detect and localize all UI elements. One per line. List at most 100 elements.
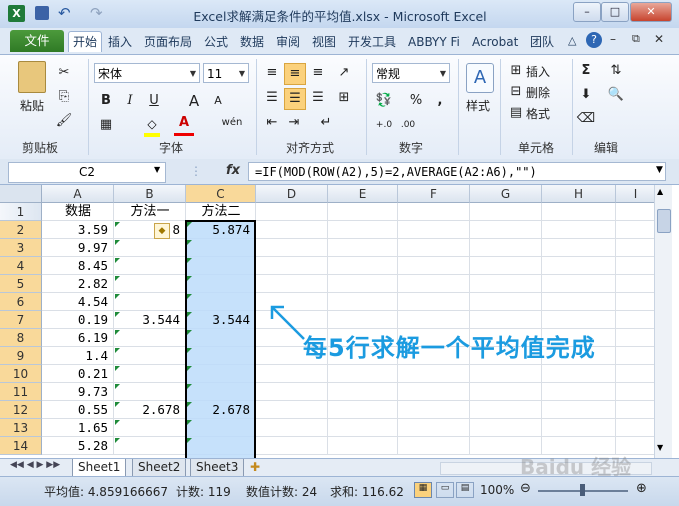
shrink-font-button[interactable]: A bbox=[208, 91, 228, 111]
align-top-icon[interactable]: ≡ bbox=[262, 63, 282, 83]
zoom-in-icon[interactable]: ⊕ bbox=[636, 481, 647, 496]
zoom-out-icon[interactable]: ⊖ bbox=[520, 481, 531, 496]
underline-button[interactable]: U bbox=[144, 91, 164, 111]
column-header-c[interactable]: C bbox=[186, 185, 256, 203]
grid-cell[interactable] bbox=[542, 239, 616, 257]
row-header[interactable]: 6 bbox=[0, 293, 42, 311]
grid-cell[interactable] bbox=[256, 239, 328, 257]
grid-cell[interactable] bbox=[542, 221, 616, 239]
align-right-icon[interactable]: ☰ bbox=[308, 88, 328, 108]
grid-cell[interactable] bbox=[398, 221, 470, 239]
column-header-i[interactable]: I bbox=[616, 185, 654, 203]
grid-cell[interactable] bbox=[470, 311, 542, 329]
increase-indent-icon[interactable]: ⇥ bbox=[284, 113, 304, 133]
grid-cell[interactable] bbox=[616, 275, 654, 293]
wrap-text-icon[interactable]: ↵ bbox=[316, 113, 336, 133]
save-icon[interactable] bbox=[35, 6, 49, 20]
name-box-dropdown-icon[interactable]: ▼ bbox=[154, 165, 160, 174]
grid-cell[interactable] bbox=[328, 203, 398, 221]
workbook-close-icon[interactable]: ✕ bbox=[654, 32, 664, 46]
grid-cell[interactable] bbox=[328, 239, 398, 257]
grid-cell[interactable] bbox=[542, 365, 616, 383]
autosum-button[interactable]: Σ bbox=[576, 61, 596, 81]
column-header-b[interactable]: B bbox=[114, 185, 186, 203]
increase-decimal-icon[interactable]: +.0 bbox=[374, 115, 394, 135]
fill-color-icon[interactable]: ◇ bbox=[144, 117, 160, 137]
grid-cell[interactable] bbox=[542, 401, 616, 419]
normal-view-icon[interactable]: ▦ bbox=[414, 482, 432, 498]
scroll-thumb[interactable] bbox=[657, 209, 671, 233]
minimize-button[interactable]: – bbox=[573, 2, 601, 22]
column-header-f[interactable]: F bbox=[398, 185, 470, 203]
formula-input[interactable]: =IF(MOD(ROW(A2),5)=2,AVERAGE(A2:A6),"") bbox=[248, 162, 666, 181]
font-name-select[interactable]: 宋体 ▼ bbox=[94, 63, 200, 83]
grid-cell[interactable] bbox=[616, 257, 654, 275]
tab-abbyy[interactable]: ABBYY Fi bbox=[404, 32, 464, 52]
grid-cell[interactable] bbox=[470, 365, 542, 383]
merge-center-icon[interactable]: ⊞ bbox=[334, 88, 354, 108]
close-button[interactable]: ✕ bbox=[630, 2, 672, 22]
grid-cell[interactable] bbox=[328, 257, 398, 275]
grid-cell[interactable] bbox=[470, 419, 542, 437]
grid-cell[interactable] bbox=[256, 437, 328, 455]
find-select-icon[interactable]: 🔍 bbox=[606, 85, 626, 105]
copy-icon[interactable]: ⎘ bbox=[54, 87, 74, 107]
row-header[interactable]: 13 bbox=[0, 419, 42, 437]
grid-cell[interactable] bbox=[328, 221, 398, 239]
fill-icon[interactable]: ⬇ bbox=[576, 85, 596, 105]
grid-cell[interactable] bbox=[616, 221, 654, 239]
grid-cell[interactable] bbox=[256, 203, 328, 221]
font-color-button[interactable]: A bbox=[174, 113, 194, 136]
grid-cell[interactable] bbox=[542, 257, 616, 275]
row-header[interactable]: 1 bbox=[0, 203, 42, 221]
grid-cell[interactable] bbox=[470, 221, 542, 239]
help-icon[interactable]: ? bbox=[586, 32, 602, 48]
comma-button[interactable]: , bbox=[430, 91, 450, 111]
grid-cell[interactable] bbox=[398, 401, 470, 419]
tab-developer[interactable]: 开发工具 bbox=[344, 32, 400, 52]
tab-insert[interactable]: 插入 bbox=[104, 32, 136, 52]
grid-cell[interactable] bbox=[398, 311, 470, 329]
insert-function-button[interactable]: fx bbox=[226, 163, 240, 178]
worksheet-grid[interactable]: ABCDEFGHI 1 2 3 4 5 6 7 8 9 10 11 12 13 14 数据 方法一 方法二 3.… bbox=[0, 185, 654, 458]
zoom-level[interactable]: 100% bbox=[480, 483, 514, 497]
grid-cell[interactable] bbox=[542, 275, 616, 293]
grid-cell[interactable] bbox=[542, 383, 616, 401]
grid-cell[interactable] bbox=[470, 275, 542, 293]
sort-filter-icon[interactable]: ⇅ bbox=[606, 61, 626, 81]
italic-button[interactable]: I bbox=[120, 91, 140, 111]
grid-cell[interactable] bbox=[256, 257, 328, 275]
borders-icon[interactable]: ▦ bbox=[96, 115, 116, 135]
insert-cells-icon[interactable]: ⊞ bbox=[506, 61, 526, 81]
sheet-tab-2[interactable]: Sheet2 bbox=[132, 459, 187, 477]
sheet-tab-1[interactable]: Sheet1 bbox=[72, 459, 127, 477]
tab-file[interactable]: 文件 bbox=[10, 30, 64, 52]
grid-cell[interactable] bbox=[470, 383, 542, 401]
row-header[interactable]: 10 bbox=[0, 365, 42, 383]
grid-cell[interactable] bbox=[470, 293, 542, 311]
ribbon-minimize-icon[interactable]: △ bbox=[568, 34, 576, 47]
expand-formula-icon[interactable]: ▼ bbox=[656, 165, 663, 175]
grid-cell[interactable] bbox=[398, 203, 470, 221]
grid-cell[interactable] bbox=[542, 293, 616, 311]
grid-cell[interactable] bbox=[470, 203, 542, 221]
number-format-select[interactable]: 常规 ▼ bbox=[372, 63, 450, 83]
grid-cell[interactable] bbox=[616, 239, 654, 257]
grid-cell[interactable] bbox=[542, 311, 616, 329]
grid-cell[interactable] bbox=[398, 437, 470, 455]
zoom-slider-thumb[interactable] bbox=[580, 484, 585, 496]
column-header-d[interactable]: D bbox=[256, 185, 328, 203]
grid-cell[interactable] bbox=[256, 401, 328, 419]
grid-cell[interactable] bbox=[328, 437, 398, 455]
column-header-e[interactable]: E bbox=[328, 185, 398, 203]
styles-icon[interactable]: A bbox=[466, 63, 494, 93]
tab-acrobat[interactable]: Acrobat bbox=[468, 32, 522, 52]
workbook-restore-icon[interactable]: ⧉ bbox=[632, 32, 640, 46]
grid-cell[interactable] bbox=[328, 383, 398, 401]
scroll-down-icon[interactable]: ▼ bbox=[657, 443, 663, 452]
tab-page-layout[interactable]: 页面布局 bbox=[140, 32, 196, 52]
tab-data[interactable]: 数据 bbox=[236, 32, 268, 52]
tab-team[interactable]: 团队 bbox=[526, 32, 558, 52]
grid-cell[interactable] bbox=[616, 419, 654, 437]
grid-cell[interactable] bbox=[616, 329, 654, 347]
